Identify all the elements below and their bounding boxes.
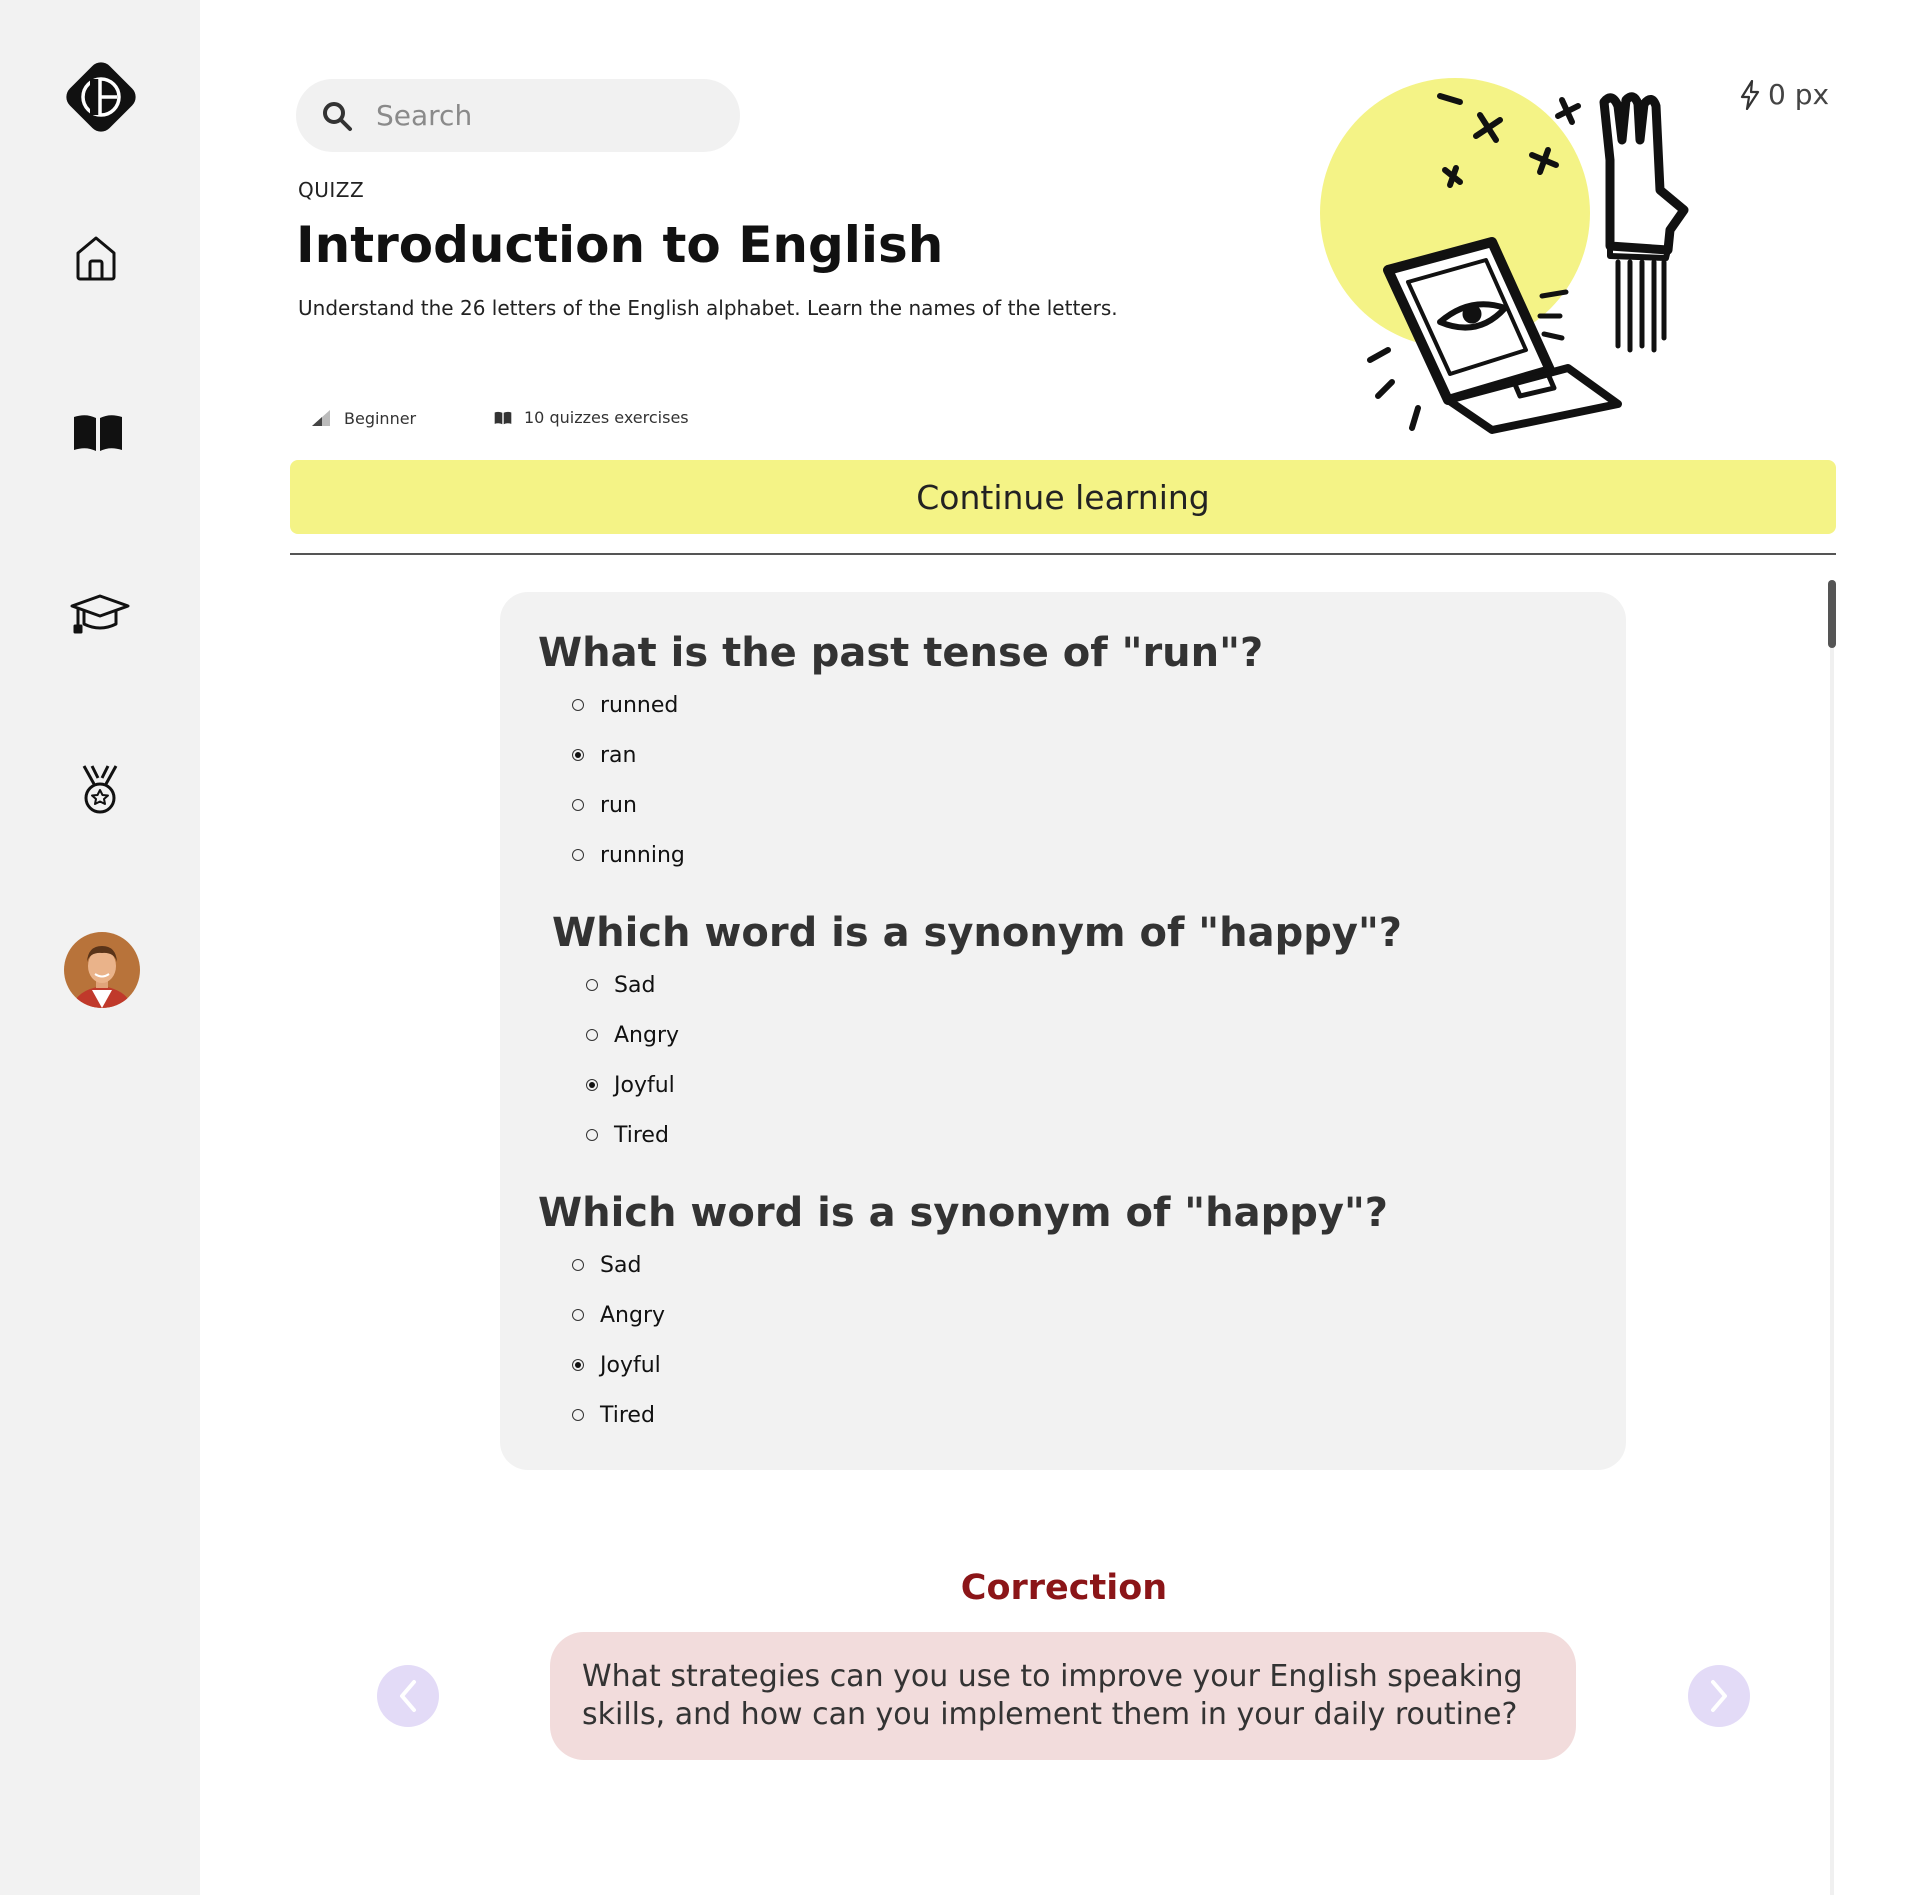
option-label: Joyful (614, 1072, 675, 1098)
question-block: Which word is a synonym of "happy"? Sad … (538, 1190, 1388, 1440)
graduation-cap-icon[interactable] (70, 592, 130, 636)
option-label: Sad (600, 1252, 642, 1278)
radio-button-selected[interactable] (572, 749, 584, 761)
level-label: Beginner (344, 408, 417, 428)
option-angry[interactable]: Angry (586, 1010, 1402, 1060)
continue-learning-button[interactable]: Continue learning (290, 460, 1836, 534)
hero-illustration (1300, 70, 1720, 450)
previous-button[interactable] (377, 1665, 439, 1727)
options-list: Sad Angry Joyful Tired (586, 960, 1402, 1160)
option-label: running (600, 842, 685, 868)
radio-button-selected[interactable] (572, 1359, 584, 1371)
medal-icon[interactable] (76, 764, 124, 816)
search-bar[interactable] (296, 79, 740, 152)
breadcrumb: QUIZZ (298, 178, 365, 202)
option-label: Joyful (600, 1352, 661, 1378)
chevron-right-icon (1711, 1680, 1727, 1712)
radio-button[interactable] (586, 1129, 598, 1141)
chevron-left-icon (400, 1680, 416, 1712)
option-tired[interactable]: Tired (586, 1110, 1402, 1160)
page-subtitle: Understand the 26 letters of the English… (298, 296, 1118, 320)
radio-button[interactable] (572, 1309, 584, 1321)
radio-button[interactable] (572, 1409, 584, 1421)
search-input[interactable] (374, 98, 698, 133)
next-button[interactable] (1688, 1665, 1750, 1727)
option-angry[interactable]: Angry (572, 1290, 1388, 1340)
radio-button[interactable] (586, 979, 598, 991)
book-icon[interactable] (72, 410, 124, 456)
page-title: Introduction to English (296, 216, 944, 274)
book-small-icon (494, 411, 512, 424)
option-label: run (600, 792, 637, 818)
option-joyful[interactable]: Joyful (586, 1060, 1402, 1110)
question-block: What is the past tense of "run"? runned … (538, 630, 1263, 880)
radio-button[interactable] (586, 1029, 598, 1041)
radio-button[interactable] (572, 1259, 584, 1271)
option-tired[interactable]: Tired (572, 1390, 1388, 1440)
xp-value: 0 px (1768, 78, 1830, 111)
search-icon (320, 99, 354, 133)
exercise-count-meta: 10 quizzes exercises (494, 408, 689, 427)
option-runned[interactable]: runned (572, 680, 1263, 730)
question-text: What is the past tense of "run"? (538, 630, 1264, 676)
option-ran[interactable]: ran (572, 730, 1263, 780)
option-label: runned (600, 692, 679, 718)
signal-level-icon (312, 410, 330, 426)
radio-button[interactable] (572, 799, 584, 811)
option-label: Tired (614, 1122, 669, 1148)
radio-button-selected[interactable] (586, 1079, 598, 1091)
section-divider (290, 553, 1836, 555)
option-label: Angry (614, 1022, 680, 1048)
scrollbar-thumb[interactable] (1828, 580, 1836, 648)
exercise-count-label: 10 quizzes exercises (524, 408, 689, 427)
option-running[interactable]: running (572, 830, 1263, 880)
question-block: Which word is a synonym of "happy"? Sad … (552, 910, 1402, 1160)
question-text: Which word is a synonym of "happy"? (538, 1190, 1388, 1236)
quiz-card: What is the past tense of "run"? runned … (500, 592, 1626, 1470)
options-list: Sad Angry Joyful Tired (572, 1240, 1388, 1440)
radio-button[interactable] (572, 699, 584, 711)
home-icon[interactable] (72, 233, 120, 283)
level-meta: Beginner (310, 408, 416, 428)
option-run[interactable]: run (572, 780, 1263, 830)
sidebar (0, 0, 200, 1895)
user-avatar[interactable] (64, 932, 140, 1008)
xp-counter: 0 px (1740, 78, 1829, 111)
g-logo-icon[interactable] (60, 56, 142, 138)
option-sad[interactable]: Sad (572, 1240, 1388, 1290)
correction-title: Correction (960, 1568, 1168, 1608)
option-label: Tired (600, 1402, 655, 1428)
question-text: Which word is a synonym of "happy"? (552, 910, 1402, 956)
option-label: ran (600, 742, 637, 768)
option-label: Sad (614, 972, 656, 998)
option-label: Angry (600, 1302, 666, 1328)
scrollbar-track[interactable] (1830, 580, 1834, 1895)
option-joyful[interactable]: Joyful (572, 1340, 1388, 1390)
radio-button[interactable] (572, 849, 584, 861)
lightning-icon (1740, 79, 1760, 110)
correction-text: What strategies can you use to improve y… (550, 1632, 1576, 1760)
options-list: runned ran run running (572, 680, 1263, 880)
option-sad[interactable]: Sad (586, 960, 1402, 1010)
